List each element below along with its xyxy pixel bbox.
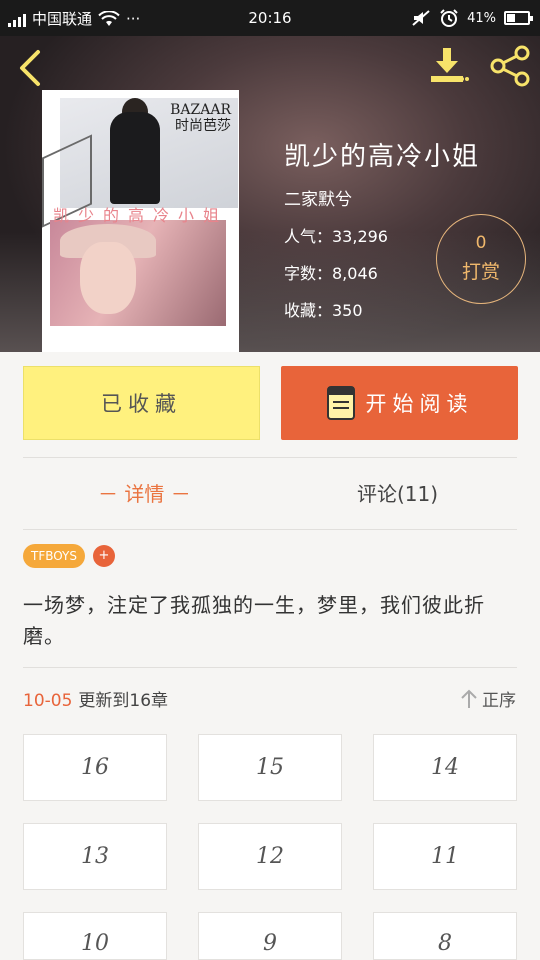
chapter-item[interactable]: 10 [23,912,167,960]
reward-label: 打赏 [461,261,500,283]
book-cover[interactable]: BAZAAR 时尚芭莎 凯少的高冷小姐 [42,90,239,352]
book-header: BAZAAR 时尚芭莎 凯少的高冷小姐 凯少的高冷小姐 二家默兮 人气：33,2… [0,36,540,352]
reward-button[interactable]: 0 打赏 [436,214,526,304]
back-icon[interactable] [14,48,46,88]
chapter-item[interactable]: 9 [198,912,342,960]
book-author[interactable]: 二家默兮 [284,185,480,210]
book-icon [326,386,355,420]
cover-brand: BAZAAR 时尚芭莎 [170,102,231,134]
book-title: 凯少的高冷小姐 [284,142,481,172]
update-text: 更新到16章 [78,691,169,711]
reward-count: 0 [475,233,487,253]
battery-fill [507,14,515,22]
cover-brand-cn: 时尚芭莎 [175,118,231,134]
sort-order-label: 正序 [482,691,516,711]
status-bar: 中国联通 ··· 20:16 41% [0,0,540,36]
chapter-item[interactable]: 8 [373,912,517,960]
chapter-item[interactable]: 15 [198,734,342,801]
mute-icon [412,10,430,26]
chapter-item[interactable]: 13 [23,823,167,890]
collected-button[interactable]: 已收藏 [23,366,260,440]
chapter-item[interactable]: 14 [373,734,517,801]
chapter-item[interactable]: 12 [198,823,342,890]
tab-detail[interactable]: － 详情 － [98,478,191,507]
share-icon[interactable] [488,44,532,88]
update-date: 10-05 [23,691,73,711]
download-icon[interactable] [428,46,472,86]
status-right: 41% [411,8,533,28]
cover-title: 凯少的高冷小姐 [52,206,228,225]
book-description: 一场梦，注定了我孤独的一生，梦里，我们彼此折磨。 [23,593,485,648]
sort-order-button[interactable]: 正序 [460,686,516,711]
tag-item[interactable]: TFBOYS [23,544,85,568]
collected-label: 已收藏 [101,392,182,416]
start-reading-label: 开始阅读 [365,392,474,416]
add-tag-button[interactable]: + [93,545,115,567]
arrow-up-icon [461,689,477,708]
start-reading-button[interactable]: 开始阅读 [281,366,518,440]
tag-list: TFBOYS + [23,544,115,568]
divider [23,529,517,530]
divider [23,667,517,668]
book-favorites: 收藏：350 [284,301,363,320]
battery-icon [504,11,533,25]
divider [23,457,517,458]
chapter-item[interactable]: 11 [373,823,517,890]
tab-comments[interactable]: 评论(11) [357,478,438,507]
update-info: 10-05 更新到16章 [23,686,168,711]
alarm-icon [440,9,458,27]
cover-brand-en: BAZAAR [170,102,231,118]
battery-percent: 41% [467,10,496,26]
chapter-item[interactable]: 16 [23,734,167,801]
cover-photo-bottom [50,220,226,326]
